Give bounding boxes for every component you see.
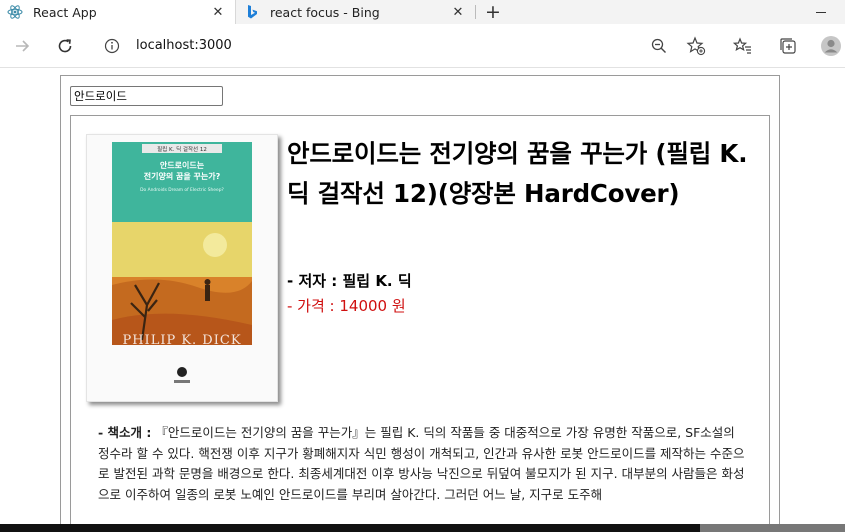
tab-divider [475, 5, 476, 19]
cover-title-line2: 전기양의 꿈을 꾸는가? [144, 171, 221, 181]
browser-toolbar: localhost:3000 [0, 24, 845, 68]
cover-subtitle: Do Androids Dream of Electric Sheep? [140, 187, 224, 193]
tab-title: react focus - Bing [270, 4, 380, 20]
book-description: - 책소개 : 『안드로이드는 전기양의 꿈을 꾸는가』는 필립 K. 딕의 작… [98, 423, 748, 505]
minimize-button[interactable] [796, 0, 845, 24]
tab-react-app[interactable]: React App ✕ [0, 0, 236, 24]
minimize-icon [815, 11, 826, 13]
collections-icon [780, 38, 796, 54]
address-url: localhost:3000 [136, 38, 232, 53]
reload-icon [58, 39, 72, 53]
react-icon [7, 4, 23, 20]
arrow-forward-icon [16, 40, 30, 52]
book-price: - 가격 : 14000 원 [287, 297, 406, 315]
book-cover-image: 필립 K. 딕 걸작선 12 안드로이드는 전기양의 꿈을 꾸는가? Do An… [86, 134, 278, 402]
close-tab-icon[interactable]: ✕ [209, 3, 227, 21]
tab-strip: React App ✕ react focus - Bing ✕ + [0, 0, 845, 24]
avatar-icon [821, 36, 841, 56]
reload-button[interactable] [51, 32, 79, 60]
description-text: 『안드로이드는 전기양의 꿈을 꾸는가』는 필립 K. 딕의 작품들 중 대중적… [98, 425, 745, 502]
bing-icon [244, 4, 260, 20]
book-author: - 저자 : 필립 K. 딕 [287, 272, 412, 290]
zoom-button[interactable] [645, 32, 673, 60]
star-add-icon [686, 36, 706, 56]
close-tab-icon[interactable]: ✕ [449, 3, 467, 21]
cover-series-text: 필립 K. 딕 걸작선 12 [157, 145, 207, 153]
search-input[interactable] [70, 86, 223, 106]
favorites-button[interactable] [729, 32, 757, 60]
cover-title-line1: 안드로이드는 [160, 160, 205, 170]
collections-button[interactable] [774, 32, 802, 60]
cover-author-text: PHILIP K. DICK [122, 333, 241, 348]
book-title: 안드로이드는 전기양의 꿈을 꾸는가 (필립 K. 딕 걸작선 12)(양장본 … [287, 139, 748, 208]
profile-button[interactable] [817, 32, 845, 60]
tab-bing[interactable]: react focus - Bing ✕ [237, 0, 475, 24]
add-favorite-button[interactable] [682, 32, 710, 60]
new-tab-button[interactable]: + [482, 1, 504, 23]
taskbar [0, 524, 845, 532]
favorites-icon [733, 37, 751, 54]
info-icon [104, 38, 120, 54]
back-button[interactable] [8, 32, 36, 60]
description-label: - 책소개 : [98, 425, 152, 440]
zoom-out-icon [651, 38, 666, 53]
tab-title: React App [33, 4, 97, 20]
address-bar[interactable]: localhost:3000 [92, 31, 716, 61]
